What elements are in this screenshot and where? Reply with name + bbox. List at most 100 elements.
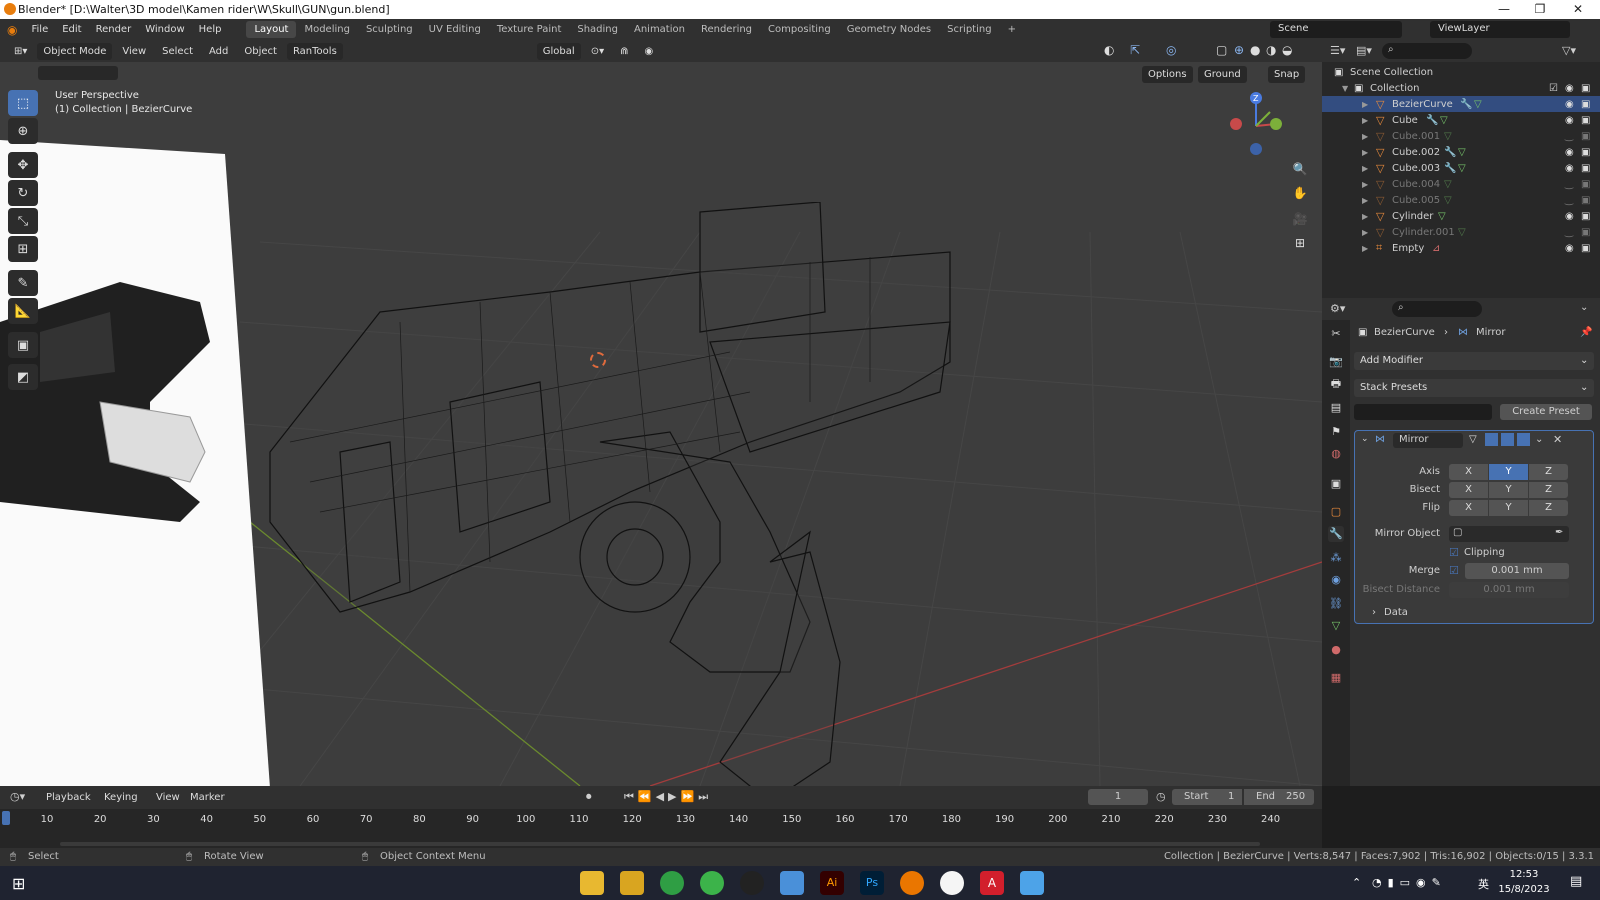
blender-menu-icon[interactable]: ◉ <box>0 23 24 37</box>
preset-name-input[interactable] <box>1354 404 1492 420</box>
merge-checkbox[interactable]: ☑ <box>1449 564 1459 577</box>
snap-button[interactable]: Snap <box>1268 66 1306 83</box>
photos-icon[interactable] <box>1020 871 1044 895</box>
render-camera-icon[interactable]: ▣ <box>1581 211 1590 222</box>
outliner-collection[interactable]: ▼ ▣ Collection ☑ ◉ ▣ <box>1322 80 1600 96</box>
expand-icon[interactable]: ▶ <box>1362 180 1368 189</box>
files-icon[interactable] <box>780 871 804 895</box>
constraints-tab-icon[interactable]: ⛓ <box>1328 596 1344 612</box>
scene-tab-icon[interactable]: ⚑ <box>1328 424 1344 440</box>
tab-scripting[interactable]: Scripting <box>939 21 999 38</box>
tab-rendering[interactable]: Rendering <box>693 21 760 38</box>
hidden-eye-icon[interactable]: ‿ <box>1565 131 1573 142</box>
bisect-y-toggle[interactable]: Y <box>1489 482 1528 498</box>
solid-shading-icon[interactable]: ● <box>1250 43 1260 57</box>
expand-icon[interactable]: ▶ <box>1362 244 1368 253</box>
modifier-icon[interactable]: 🔧 <box>1444 163 1456 174</box>
collection-eye-icon[interactable]: ◉ <box>1565 83 1574 94</box>
expand-icon[interactable]: ▶ <box>1362 212 1368 221</box>
hidden-eye-icon[interactable]: ‿ <box>1565 195 1573 206</box>
menu-marker[interactable]: Marker <box>184 789 231 806</box>
mesh-data-icon[interactable]: ▽ <box>1444 179 1452 190</box>
end-frame-field[interactable]: End 250 <box>1244 789 1314 805</box>
expand-icon[interactable]: ▶ <box>1362 148 1368 157</box>
clipping-checkbox[interactable]: ☑ <box>1449 546 1459 559</box>
axis-x-toggle[interactable]: X <box>1449 464 1488 480</box>
playhead[interactable] <box>2 811 10 825</box>
overlay-toggle-icon[interactable]: ◎ <box>1166 43 1176 57</box>
expand-icon[interactable]: ▶ <box>1362 100 1368 109</box>
outliner-search-input[interactable]: ⌕ <box>1382 43 1472 59</box>
snap-toggle-icon[interactable]: ⋒ <box>614 43 634 60</box>
rotate-tool-icon[interactable]: ↻ <box>8 180 38 206</box>
illustrator-icon[interactable]: Ai <box>820 871 844 895</box>
tab-animation[interactable]: Animation <box>626 21 693 38</box>
windows-start-icon[interactable]: ⊞ <box>12 874 25 893</box>
tab-uv-editing[interactable]: UV Editing <box>421 21 489 38</box>
ortho-toggle-icon[interactable]: ⊞ <box>1288 232 1312 254</box>
axis-y-toggle[interactable]: Y <box>1489 464 1528 480</box>
render-camera-icon[interactable]: ▣ <box>1581 163 1590 174</box>
mesh-data-icon[interactable]: ▽ <box>1444 131 1452 142</box>
wireframe-shading-icon[interactable]: ⊕ <box>1234 43 1244 57</box>
render-toggle-icon[interactable] <box>1517 433 1530 446</box>
minimize-button[interactable]: — <box>1486 0 1522 19</box>
eyedropper-icon[interactable]: ✒ <box>1555 527 1563 538</box>
outliner-item[interactable]: ▶ ⌗ Empty ⊿ ◉ ▣ <box>1322 240 1600 256</box>
gizmo-toggle-icon[interactable]: ⇱ <box>1130 43 1140 57</box>
flip-x-toggle[interactable]: X <box>1449 500 1488 516</box>
visibility-eye-icon[interactable]: ◉ <box>1565 163 1574 174</box>
tool-tab-icon[interactable]: ✂ <box>1328 326 1344 342</box>
properties-search-input[interactable]: ⌕ <box>1392 301 1482 317</box>
outliner-item[interactable]: ▶ ▽ Cube.004 ▽ ‿ ▣ <box>1322 176 1600 192</box>
edit-mode-toggle-icon[interactable]: ▽ <box>1469 434 1477 445</box>
on-cage-toggle-icon[interactable] <box>1485 433 1498 446</box>
photoshop-icon[interactable]: Ps <box>860 871 884 895</box>
add-workspace-button[interactable]: + <box>1000 21 1024 38</box>
scene-selector[interactable]: Scene <box>1270 21 1402 38</box>
expand-icon[interactable]: ▶ <box>1362 164 1368 173</box>
tab-modeling[interactable]: Modeling <box>296 21 358 38</box>
start-frame-field[interactable]: Start 1 <box>1172 789 1242 805</box>
options-dropdown[interactable]: Options <box>1142 66 1193 83</box>
add-modifier-dropdown[interactable]: Add Modifier ⌄ <box>1354 352 1594 370</box>
proportional-edit-icon[interactable]: ◉ <box>638 43 659 60</box>
particles-tab-icon[interactable]: ⁂ <box>1328 550 1344 566</box>
visibility-eye-icon[interactable]: ◉ <box>1565 243 1574 254</box>
bisect-x-toggle[interactable]: X <box>1449 482 1488 498</box>
render-camera-icon[interactable]: ▣ <box>1581 147 1590 158</box>
annotate-tool-icon[interactable]: ✎ <box>8 270 38 296</box>
view-layer-selector[interactable]: ViewLayer <box>1430 21 1570 38</box>
render-camera-icon[interactable]: ▣ <box>1581 131 1590 142</box>
zoom-icon[interactable]: 🔍 <box>1288 158 1312 180</box>
outliner-item[interactable]: ▶ ▽ Cylinder ▽ ◉ ▣ <box>1322 208 1600 224</box>
tab-shading[interactable]: Shading <box>569 21 626 38</box>
timeline-scrollbar[interactable] <box>60 842 1260 846</box>
outliner-item[interactable]: ▶ ▽ Cube.002 🔧 ▽ ◉ ▣ <box>1322 144 1600 160</box>
menu-file[interactable]: File <box>24 24 55 35</box>
mesh-data-icon[interactable]: ▽ <box>1458 163 1466 174</box>
taskbar-time[interactable]: 12:53 <box>1500 869 1548 880</box>
camera-view-icon[interactable]: 🎥 <box>1288 208 1312 230</box>
orientation-dropdown[interactable]: Global <box>536 42 581 60</box>
itunes-icon[interactable] <box>940 871 964 895</box>
mirror-object-field[interactable]: ▢ ✒ <box>1449 526 1569 542</box>
menu-timeline-view[interactable]: View <box>150 789 186 806</box>
menu-view[interactable]: View <box>116 43 152 60</box>
playback-controls-icons[interactable]: ⏮⏪◀▶⏩⏭ <box>624 790 712 804</box>
tab-layout[interactable]: Layout <box>246 21 297 38</box>
chevron-down-icon[interactable]: ⌄ <box>1580 302 1588 313</box>
expand-icon[interactable]: ▼ <box>1342 84 1348 93</box>
outliner-item[interactable]: ▶ ▽ Cube 🔧 ▽ ◉ ▣ <box>1322 112 1600 128</box>
render-camera-icon[interactable]: ▣ <box>1581 195 1590 206</box>
mode-dropdown[interactable]: Object Mode <box>37 42 113 60</box>
outliner-item[interactable]: ▶ ▽ BezierCurve 🔧 ▽ ◉ ▣ <box>1322 96 1600 112</box>
hidden-eye-icon[interactable]: ‿ <box>1565 179 1573 190</box>
modifier-tab-icon[interactable]: 🔧 <box>1328 526 1344 542</box>
world-tab-icon[interactable]: ◍ <box>1328 446 1344 462</box>
menu-select[interactable]: Select <box>156 43 199 60</box>
navigation-gizmo[interactable]: Z <box>1226 88 1286 158</box>
chrome-icon[interactable] <box>660 871 684 895</box>
output-tab-icon[interactable]: 🖶 <box>1328 376 1344 392</box>
collapse-chevron-icon[interactable]: ⌄ <box>1361 434 1369 444</box>
